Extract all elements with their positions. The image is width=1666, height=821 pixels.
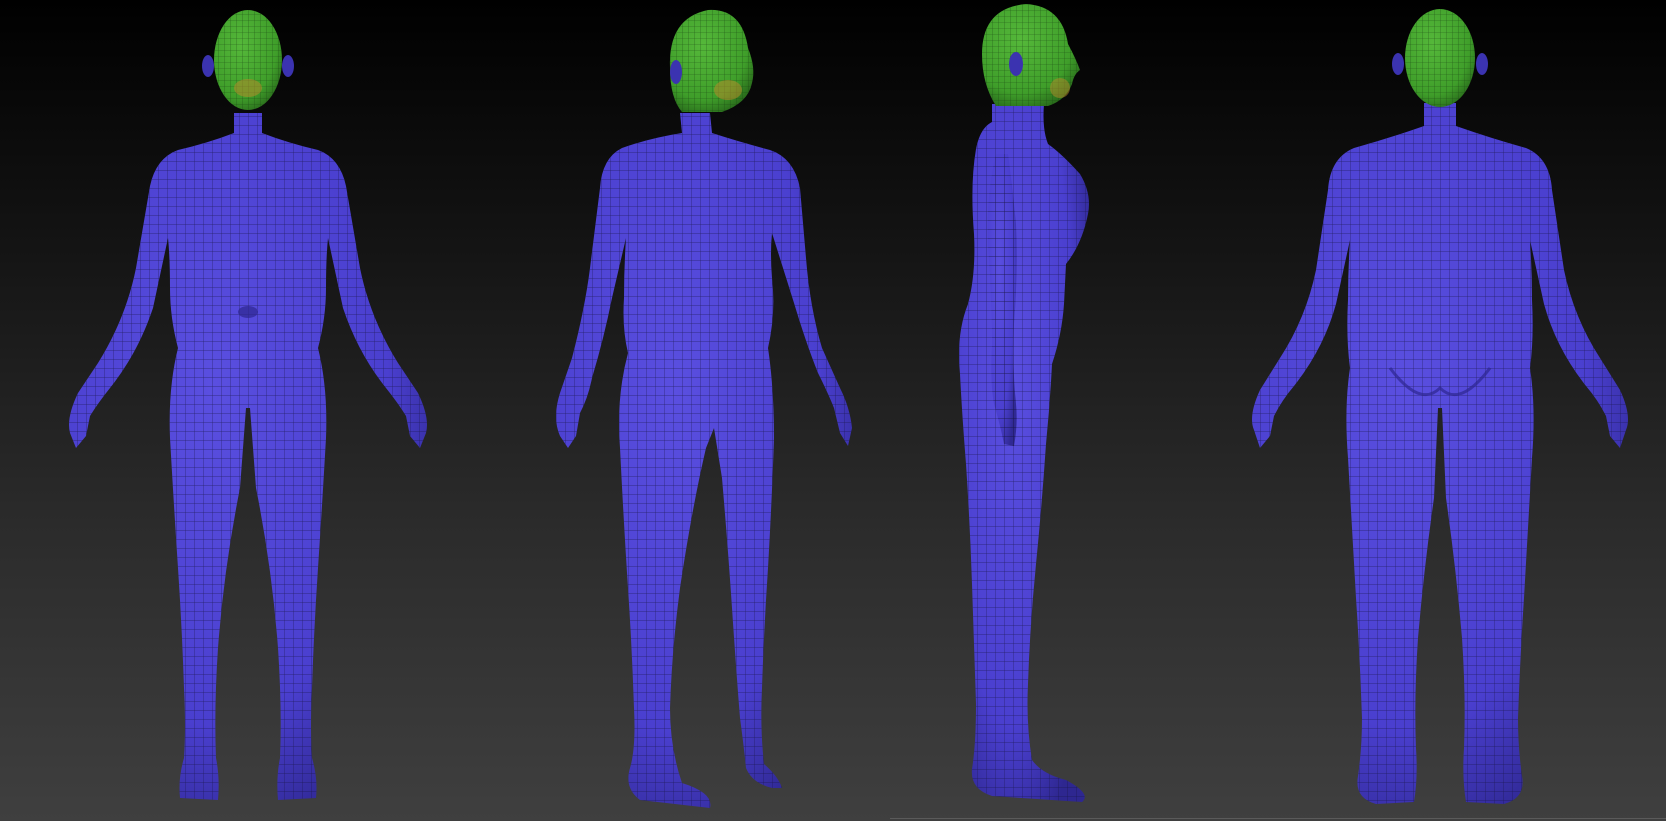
front-view-figure[interactable] — [69, 10, 427, 800]
three-quarter-head-wireframe — [669, 9, 754, 112]
model-views[interactable] — [0, 0, 1666, 821]
front-left-ear — [202, 55, 214, 77]
front-body-wireframe — [69, 113, 427, 800]
three-quarter-ear — [670, 60, 682, 84]
back-left-ear — [1392, 53, 1404, 75]
front-face-accent — [234, 79, 262, 97]
side-body-wireframe — [959, 104, 1089, 802]
front-right-ear — [282, 55, 294, 77]
side-face-accent — [1050, 78, 1070, 98]
three-quarter-view-figure[interactable] — [556, 9, 852, 808]
back-right-ear — [1476, 53, 1488, 75]
three-quarter-body-wireframe — [556, 113, 852, 808]
back-body-wireframe — [1252, 103, 1628, 804]
back-head-wireframe — [1405, 9, 1475, 107]
side-view-figure[interactable] — [959, 4, 1089, 802]
side-ear — [1009, 52, 1023, 76]
front-navel — [238, 306, 258, 318]
canvas-floor-line — [890, 818, 1666, 819]
zbrush-canvas-viewport[interactable] — [0, 0, 1666, 821]
back-view-figure[interactable] — [1252, 9, 1628, 804]
three-quarter-face-accent — [714, 80, 742, 100]
